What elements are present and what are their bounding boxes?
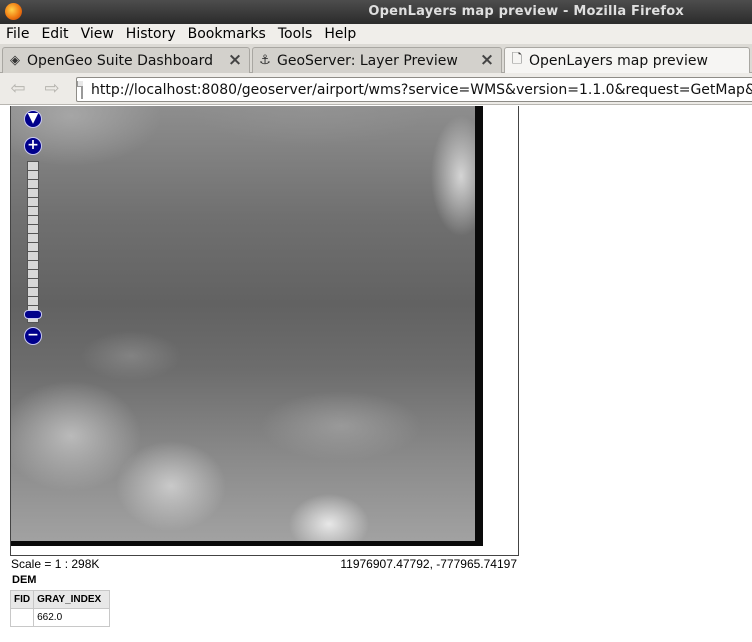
opengeo-icon: ◈: [10, 53, 20, 68]
tab-label: OpenLayers map preview: [529, 53, 708, 69]
zoom-in-button[interactable]: +: [24, 137, 42, 155]
menu-history[interactable]: History: [126, 26, 176, 42]
menu-edit[interactable]: Edit: [41, 26, 68, 42]
tab-geoserver-layer-preview[interactable]: ⚓ GeoServer: Layer Preview ×: [252, 47, 502, 73]
menu-view[interactable]: View: [81, 26, 114, 42]
table-row: 662.0: [9, 608, 111, 627]
close-icon[interactable]: ×: [479, 51, 495, 69]
firefox-logo-icon: [5, 3, 22, 20]
raster-edge: [11, 541, 483, 546]
tab-opengeo-dashboard[interactable]: ◈ OpenGeo Suite Dashboard ×: [2, 47, 250, 73]
title-bar: OpenLayers map preview - Mozilla Firefox: [0, 0, 752, 24]
zoom-slider[interactable]: [27, 161, 39, 323]
menu-help[interactable]: Help: [324, 26, 356, 42]
table-header-row: FID GRAY_INDEX: [9, 590, 111, 609]
feature-info-table: FID GRAY_INDEX 662.0: [9, 590, 111, 627]
menu-file[interactable]: File: [6, 26, 29, 42]
column-header: FID: [9, 590, 35, 609]
dem-raster-layer[interactable]: [11, 106, 483, 546]
page-icon: [77, 80, 83, 99]
raster-edge: [475, 106, 483, 546]
menu-bookmarks[interactable]: Bookmarks: [188, 26, 266, 42]
column-header: GRAY_INDEX: [33, 590, 111, 609]
forward-arrow-icon[interactable]: ⇨: [42, 80, 62, 98]
menu-bar: File Edit View History Bookmarks Tools H…: [0, 24, 752, 44]
mouse-coordinates: 11976907.47792, -777965.74197: [340, 557, 517, 571]
map-viewport[interactable]: ▼ + −: [10, 106, 519, 556]
zoom-slider-thumb[interactable]: [24, 310, 42, 319]
table-cell: [9, 608, 35, 627]
window-title: OpenLayers map preview - Mozilla Firefox: [368, 4, 684, 19]
tab-openlayers-map-preview[interactable]: 🗋 OpenLayers map preview: [504, 47, 750, 74]
url-bar[interactable]: http://localhost:8080/geoserver/airport/…: [76, 77, 752, 102]
map-scale: Scale = 1 : 298K: [11, 557, 100, 571]
close-icon[interactable]: ×: [227, 51, 243, 69]
feature-info-layer-name: DEM: [12, 574, 37, 586]
geoserver-icon: ⚓: [259, 53, 271, 68]
navigation-bar: ⇦ ⇨ http://localhost:8080/geoserver/airp…: [0, 73, 752, 105]
back-arrow-icon[interactable]: ⇦: [8, 80, 28, 98]
tab-bar: ◈ OpenGeo Suite Dashboard × ⚓ GeoServer:…: [0, 44, 752, 74]
pan-down-button[interactable]: ▼: [24, 110, 42, 128]
url-text[interactable]: http://localhost:8080/geoserver/airport/…: [91, 82, 752, 98]
tab-label: GeoServer: Layer Preview: [277, 52, 458, 69]
menu-tools[interactable]: Tools: [278, 26, 313, 42]
tab-label: OpenGeo Suite Dashboard: [27, 52, 214, 69]
zoom-out-button[interactable]: −: [24, 327, 42, 345]
table-cell: 662.0: [33, 608, 111, 627]
page-icon: 🗋: [511, 52, 523, 67]
